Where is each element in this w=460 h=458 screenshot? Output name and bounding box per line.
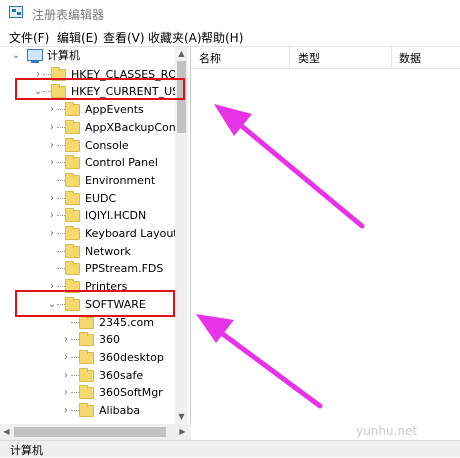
arrow-shaft-lower — [209, 323, 323, 409]
arrow-shaft-upper — [229, 115, 365, 229]
annotation-arrows — [196, 104, 365, 409]
